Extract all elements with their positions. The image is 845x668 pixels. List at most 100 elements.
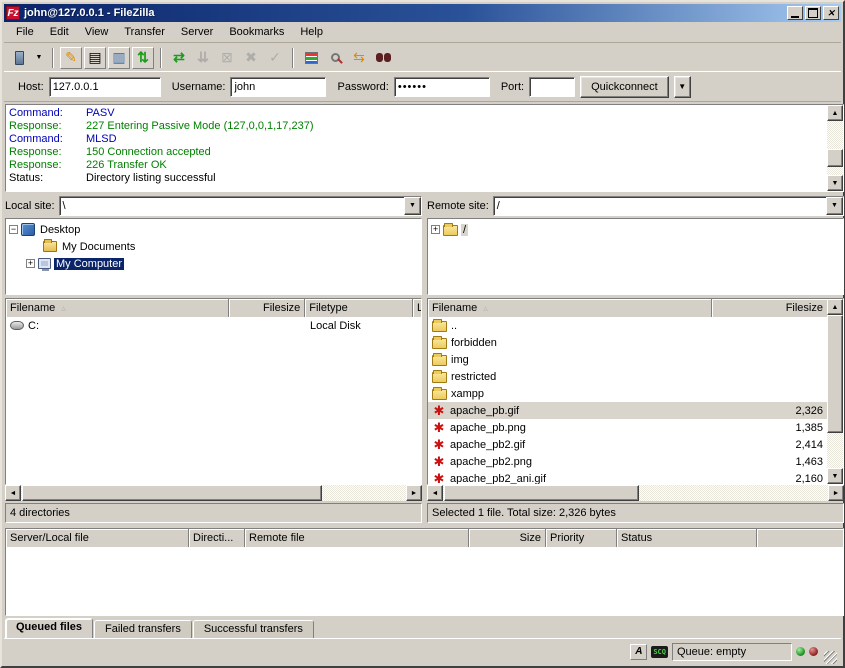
search-button[interactable]	[324, 47, 346, 69]
toggle-message-log-button[interactable]: ✎	[60, 47, 82, 69]
remote-row[interactable]: apache_pb2.gif 2,414	[428, 436, 827, 453]
column-filesize[interactable]: Filesize	[712, 299, 827, 317]
minimize-button[interactable]	[787, 6, 803, 20]
tree-item-desktop[interactable]: Desktop	[9, 221, 421, 238]
column-filename[interactable]: Filename	[6, 299, 229, 317]
local-site-combo[interactable]: \ ▼	[59, 196, 422, 216]
column-filetype[interactable]: Filetype	[305, 299, 413, 317]
password-input[interactable]	[394, 77, 490, 97]
scroll-right-icon[interactable]	[406, 485, 422, 501]
local-site-row: Local site: \ ▼	[5, 195, 422, 216]
site-manager-dropdown-button[interactable]: ▼	[32, 47, 46, 69]
tree-item-my-documents[interactable]: My Documents	[9, 238, 421, 255]
menu-edit[interactable]: Edit	[42, 23, 77, 41]
menu-transfer[interactable]: Transfer	[116, 23, 173, 41]
column-server-local-file[interactable]: Server/Local file	[6, 529, 189, 547]
tab-queued-files[interactable]: Queued files	[5, 618, 93, 639]
scrollbar-thumb[interactable]	[827, 315, 843, 433]
tree-item-root[interactable]: /	[431, 221, 843, 238]
queue-body[interactable]	[6, 547, 843, 615]
disconnect-button[interactable]: ✖	[240, 47, 262, 69]
process-queue-button[interactable]: ⇊	[192, 47, 214, 69]
image-file-icon	[432, 472, 446, 485]
scroll-up-icon[interactable]	[827, 105, 843, 121]
host-input[interactable]	[49, 77, 161, 97]
folder-icon	[432, 338, 447, 349]
filter-button[interactable]	[300, 47, 322, 69]
remote-row[interactable]: apache_pb2.png 1,463	[428, 453, 827, 470]
remote-row[interactable]: apache_pb2_ani.gif 2,160	[428, 470, 827, 484]
maximize-button[interactable]	[805, 6, 821, 20]
sync-browsing-button[interactable]: ⇆	[348, 47, 370, 69]
remote-row[interactable]: restricted	[428, 368, 827, 385]
column-filler	[757, 529, 843, 547]
menu-help[interactable]: Help	[292, 23, 331, 41]
toggle-transfer-queue-button[interactable]: ⇅	[132, 47, 154, 69]
scroll-left-icon[interactable]	[5, 485, 21, 501]
remote-row[interactable]: xampp	[428, 385, 827, 402]
column-filename[interactable]: Filename	[428, 299, 712, 317]
scroll-down-icon[interactable]	[827, 175, 843, 191]
tab-successful-transfers[interactable]: Successful transfers	[193, 620, 314, 639]
close-button[interactable]	[823, 6, 839, 20]
port-input[interactable]	[529, 77, 575, 97]
filter-icon	[305, 52, 318, 64]
remote-row[interactable]: forbidden	[428, 334, 827, 351]
local-horizontal-scrollbar[interactable]	[5, 485, 422, 501]
resize-grip[interactable]	[824, 651, 837, 664]
local-site-value: \	[60, 200, 404, 212]
column-size[interactable]: Size	[469, 529, 546, 547]
cancel-operation-button[interactable]: ⊠	[216, 47, 238, 69]
queue-status-panel: Queue: empty	[672, 643, 792, 661]
toggle-local-tree-button[interactable]: ▤	[84, 47, 106, 69]
collapse-icon[interactable]	[9, 225, 18, 234]
chevron-down-icon[interactable]: ▼	[826, 197, 843, 215]
remote-row-selected[interactable]: apache_pb.gif 2,326	[428, 402, 827, 419]
quickconnect-button[interactable]: Quickconnect	[580, 76, 669, 98]
log-vertical-scrollbar[interactable]	[827, 105, 843, 191]
scroll-left-icon[interactable]	[427, 485, 443, 501]
toolbar-separator	[52, 48, 54, 68]
site-manager-button[interactable]	[8, 47, 30, 69]
scrollbar-thumb[interactable]	[22, 485, 322, 501]
column-status[interactable]: Status	[617, 529, 757, 547]
column-filesize[interactable]: Filesize	[229, 299, 305, 317]
column-remote-file[interactable]: Remote file	[245, 529, 469, 547]
local-status: 4 directories	[5, 503, 422, 523]
scrollbar-thumb[interactable]	[827, 149, 843, 167]
encryption-indicator-icon[interactable]: SCQ	[651, 646, 668, 658]
folder-icon	[432, 321, 447, 332]
toggle-remote-tree-button[interactable]: ▥	[108, 47, 130, 69]
menu-bookmarks[interactable]: Bookmarks	[221, 23, 292, 41]
local-row-c-drive[interactable]: C: Local Disk	[6, 317, 421, 334]
column-direction[interactable]: Directi...	[189, 529, 245, 547]
remote-site-combo[interactable]: / ▼	[493, 196, 844, 216]
tab-failed-transfers[interactable]: Failed transfers	[94, 620, 192, 639]
chevron-down-icon[interactable]: ▼	[404, 197, 421, 215]
quickconnect-dropdown-button[interactable]: ▼	[674, 76, 691, 98]
column-priority[interactable]: Priority	[546, 529, 617, 547]
reconnect-button[interactable]: ✓	[264, 47, 286, 69]
username-input[interactable]	[230, 77, 326, 97]
remote-vertical-scrollbar[interactable]	[827, 299, 843, 484]
menu-file[interactable]: File	[8, 23, 42, 41]
expand-icon[interactable]	[26, 259, 35, 268]
compare-button[interactable]	[372, 47, 394, 69]
scrollbar-thumb[interactable]	[444, 485, 639, 501]
scroll-down-icon[interactable]	[827, 468, 843, 484]
tree-item-my-computer[interactable]: My Computer	[9, 255, 421, 272]
refresh-button[interactable]: ⇄	[168, 47, 190, 69]
datatype-indicator-icon[interactable]: A	[630, 644, 647, 660]
toolbar-separator	[292, 48, 294, 68]
menu-view[interactable]: View	[77, 23, 117, 41]
menu-server[interactable]: Server	[173, 23, 221, 41]
scroll-up-icon[interactable]	[827, 299, 843, 315]
remote-row[interactable]: ..	[428, 317, 827, 334]
remote-horizontal-scrollbar[interactable]	[427, 485, 844, 501]
expand-icon[interactable]	[431, 225, 440, 234]
scroll-right-icon[interactable]	[828, 485, 844, 501]
remote-row[interactable]: img	[428, 351, 827, 368]
column-last-modified[interactable]: L	[413, 299, 421, 317]
remote-row[interactable]: apache_pb.png 1,385	[428, 419, 827, 436]
username-label: Username:	[172, 81, 226, 93]
